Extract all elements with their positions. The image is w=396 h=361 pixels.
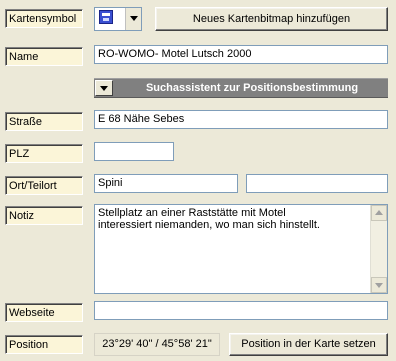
symbol-label: Kartensymbol	[5, 9, 83, 28]
website-label: Webseite	[5, 303, 83, 322]
search-assistant-bar[interactable]: Suchassistent zur Positionsbestimmung	[94, 78, 388, 98]
chevron-down-icon	[100, 86, 108, 91]
set-position-on-map-button[interactable]: Position in der Karte setzen	[229, 333, 388, 356]
district-field[interactable]	[246, 174, 388, 193]
street-label: Straße	[5, 112, 83, 131]
chevron-down-icon	[130, 16, 138, 21]
map-marker-icon	[99, 10, 113, 24]
name-field[interactable]: RO-WOMO- Motel Lutsch 2000	[94, 45, 388, 64]
assistant-toggle-button[interactable]	[95, 80, 113, 96]
scroll-up-button[interactable]	[371, 205, 387, 221]
notes-scrollbar[interactable]	[370, 205, 387, 293]
scroll-down-button[interactable]	[371, 277, 387, 293]
notes-field[interactable]: Stellplatz an einer Raststätte mit Motel…	[94, 204, 388, 294]
add-map-bitmap-button[interactable]: Neues Kartenbitmap hinzufügen	[155, 7, 388, 31]
zip-label: PLZ	[5, 144, 83, 163]
zip-field[interactable]	[94, 142, 174, 161]
arrow-up-icon	[375, 210, 383, 215]
position-label: Position	[5, 335, 83, 354]
notes-text: Stellplatz an einer Raststätte mit Motel…	[98, 207, 320, 231]
street-field[interactable]: E 68 Nähe Sebes	[94, 110, 388, 129]
name-label: Name	[5, 47, 83, 66]
assistant-label: Suchassistent zur Positionsbestimmung	[145, 82, 359, 94]
city-label: Ort/Teilort	[5, 176, 83, 195]
arrow-down-icon	[375, 283, 383, 288]
notes-label: Notiz	[5, 206, 83, 225]
symbol-picker[interactable]	[94, 7, 142, 31]
coordinates-readout: 23°29' 40" / 45°58' 21"	[94, 333, 220, 356]
symbol-dropdown-button[interactable]	[125, 8, 141, 30]
website-field[interactable]	[94, 301, 388, 320]
city-field[interactable]: Spini	[94, 174, 238, 193]
